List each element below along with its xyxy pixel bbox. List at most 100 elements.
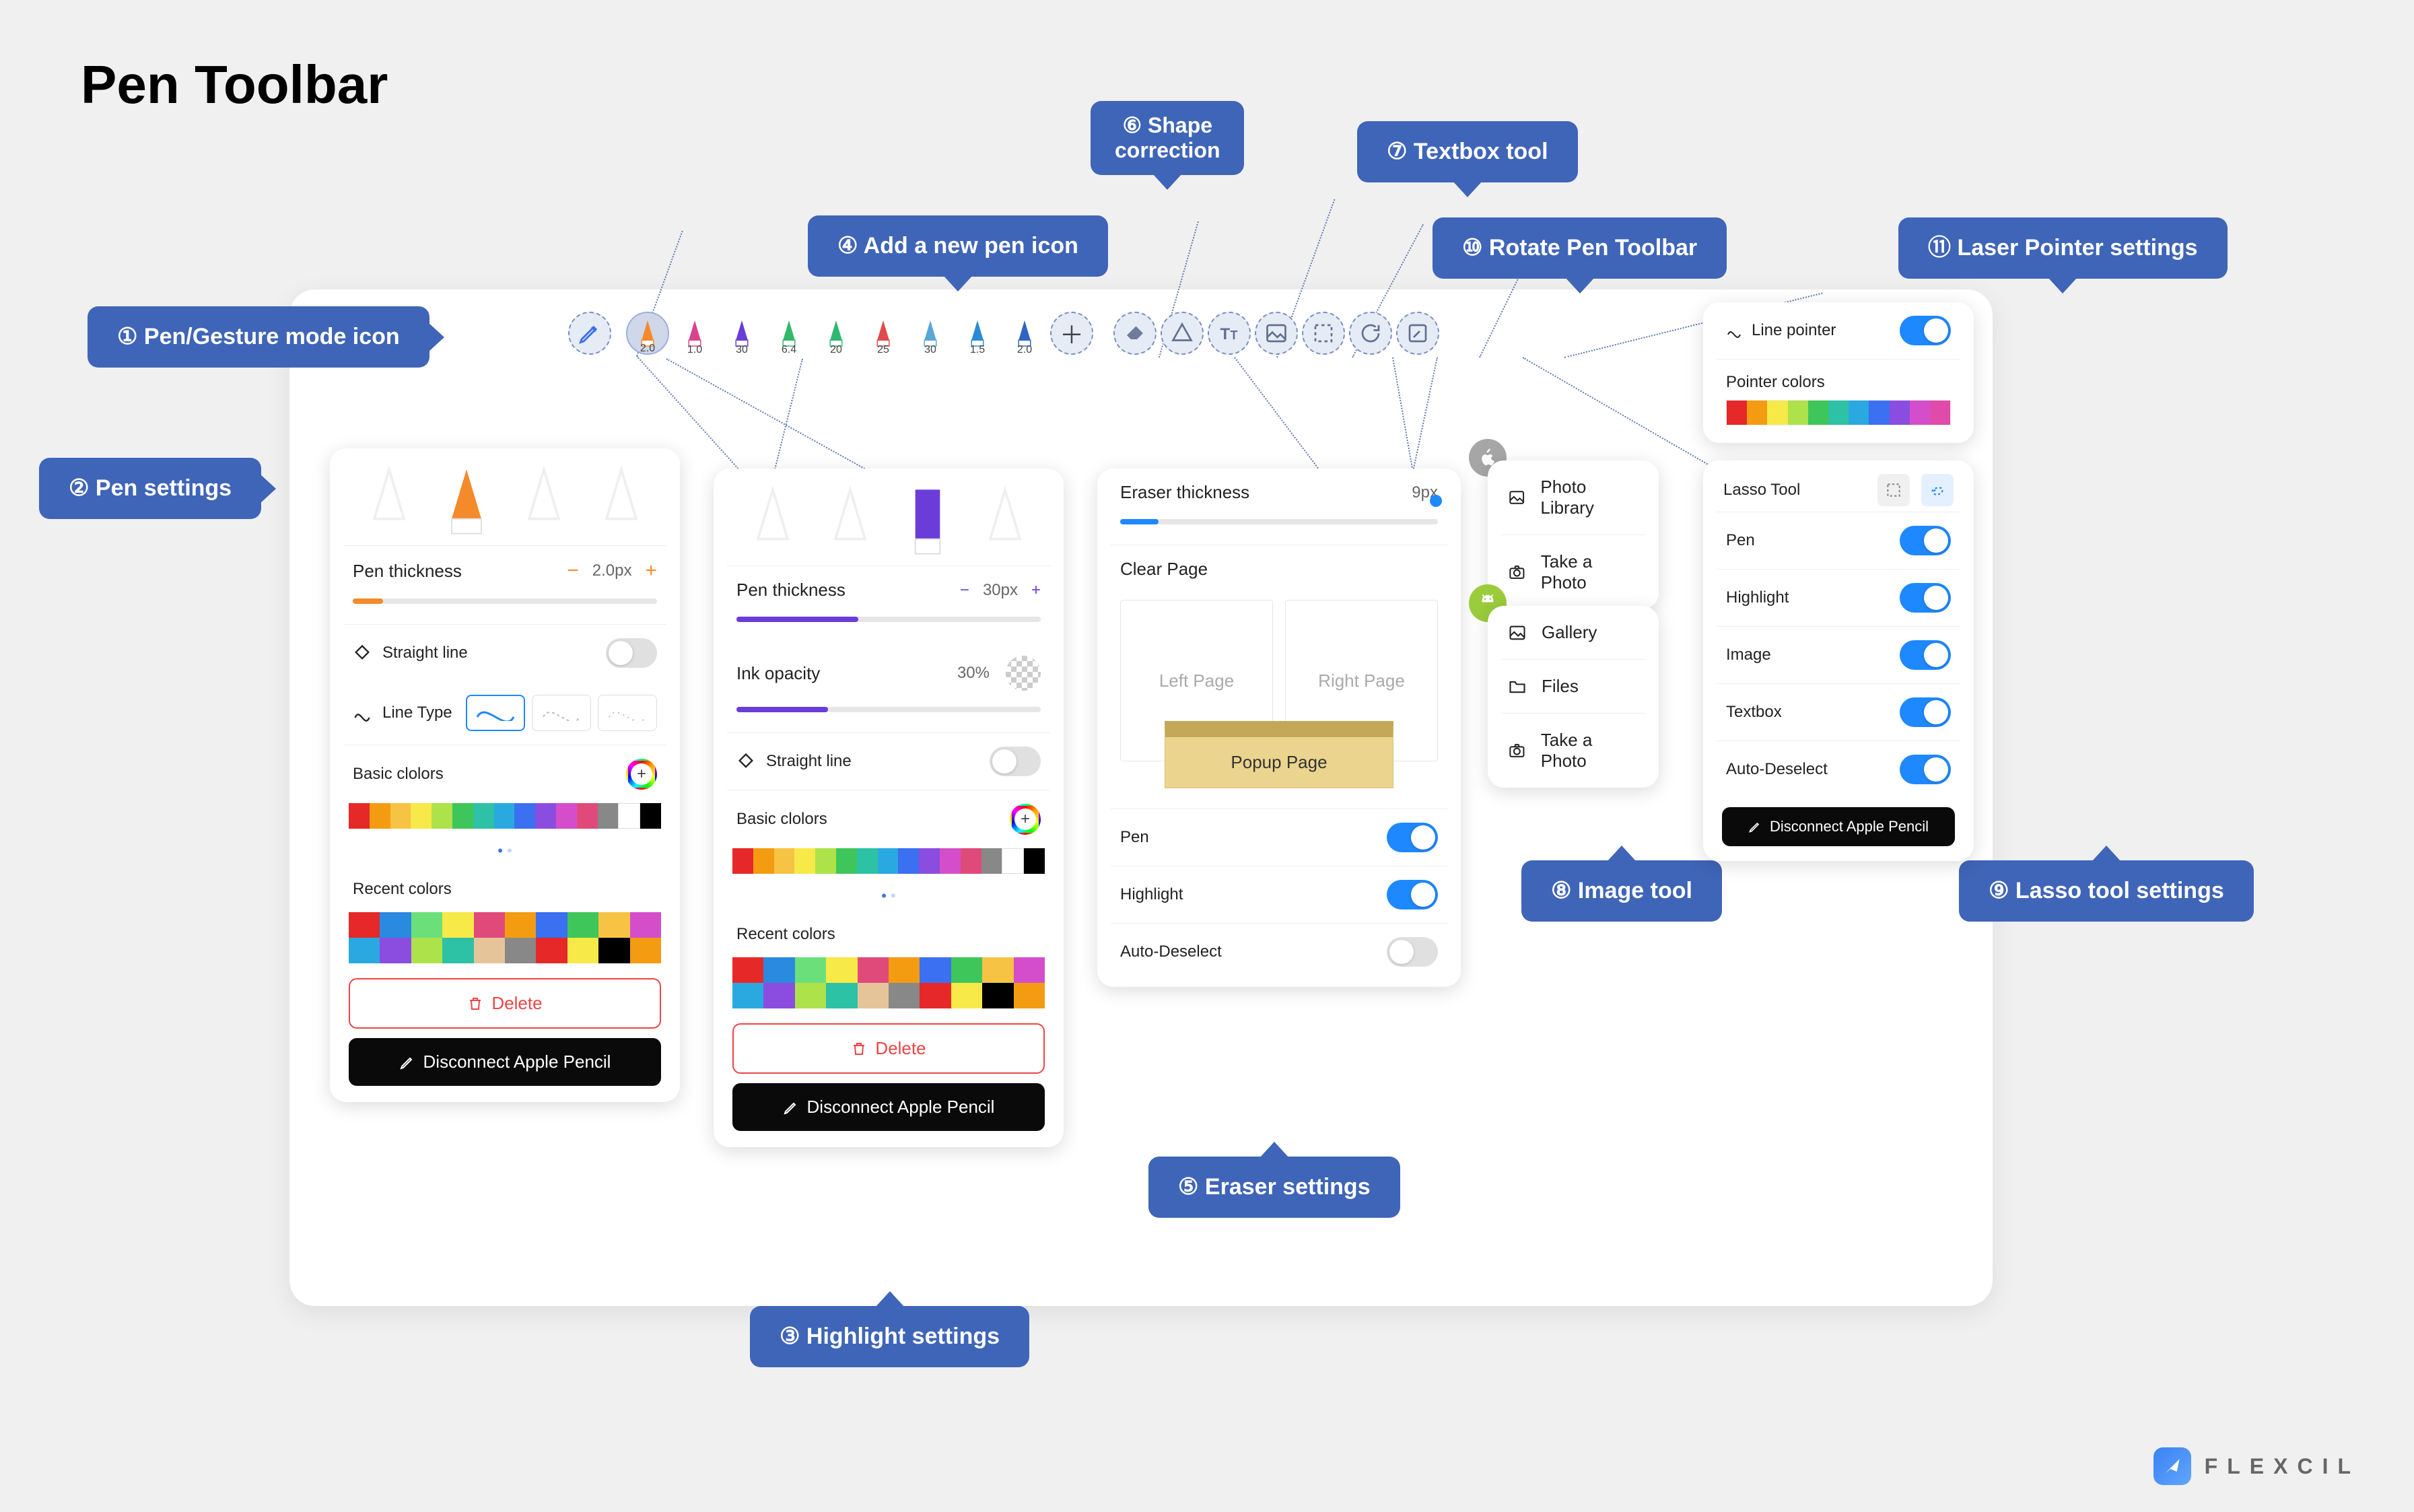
- pen-thickness-slider[interactable]: [353, 598, 657, 604]
- hl-opacity-value: 30%: [957, 664, 990, 683]
- toolbar-pen-0[interactable]: 2.0: [626, 312, 669, 355]
- lasso-mode-rect-button[interactable]: [1877, 474, 1910, 506]
- hl-thickness-label: Pen thickness: [736, 580, 846, 600]
- clear-popup-page-button[interactable]: Popup Page: [1165, 721, 1393, 788]
- recent-colors-label: Recent colors: [353, 880, 452, 899]
- pen-thickness-label: Pen thickness: [353, 561, 462, 582]
- pen-toolbar: 2.01.0306.42025301.52.0 ＋ TT: [568, 308, 1439, 358]
- camera-icon: [1508, 741, 1526, 760]
- hl-delete-button[interactable]: Delete: [732, 1023, 1045, 1074]
- lasso-image-toggle[interactable]: [1900, 640, 1951, 670]
- files-button[interactable]: Files: [1488, 660, 1659, 713]
- laser-colors[interactable]: [1726, 400, 1951, 425]
- highlight-settings-panel: Pen thickness − 30px + Ink opacity 30% S…: [714, 469, 1064, 1147]
- add-pen-button[interactable]: ＋: [1050, 312, 1093, 355]
- straight-line-label: Straight line: [382, 644, 468, 662]
- pointer-colors-label: Pointer colors: [1726, 373, 1825, 392]
- hl-straight-line-label: Straight line: [766, 752, 852, 771]
- take-photo-button[interactable]: Take a Photo: [1488, 535, 1659, 609]
- line-type-selector[interactable]: [466, 695, 657, 731]
- hl-opacity-slider[interactable]: [736, 707, 1041, 712]
- image-panel-ios: Photo Library Take a Photo: [1488, 460, 1659, 609]
- increase-icon[interactable]: +: [645, 559, 657, 582]
- eraser-thickness-label: Eraser thickness: [1120, 482, 1249, 503]
- eraser-pen-toggle[interactable]: [1387, 823, 1438, 852]
- folder-icon: [1508, 677, 1527, 696]
- decrease-icon[interactable]: −: [567, 559, 579, 582]
- add-color-button[interactable]: +: [1010, 804, 1041, 835]
- lasso-disconnect-button[interactable]: Disconnect Apple Pencil: [1722, 807, 1955, 846]
- brand-mark-icon: [2153, 1447, 2191, 1485]
- hl-straight-line-toggle[interactable]: [990, 747, 1041, 776]
- pen-nib-selector[interactable]: [330, 448, 680, 545]
- hl-recent-colors[interactable]: [732, 957, 1045, 1008]
- toolbar-pen-8[interactable]: 2.0: [1003, 312, 1046, 355]
- hl-opacity-label: Ink opacity: [736, 663, 820, 684]
- toolbar-pen-1[interactable]: 1.0: [673, 312, 716, 355]
- lasso-mode-free-button[interactable]: [1921, 474, 1954, 506]
- lasso-pen-toggle[interactable]: [1900, 526, 1951, 555]
- callout-10: ⑩ Rotate Pen Toolbar: [1433, 217, 1727, 279]
- rotate-toolbar-button[interactable]: [1349, 312, 1392, 355]
- pen-disconnect-button[interactable]: Disconnect Apple Pencil: [349, 1038, 661, 1086]
- shape-correction-button[interactable]: [1161, 312, 1204, 355]
- toolbar-pen-2[interactable]: 30: [720, 312, 763, 355]
- line-pointer-toggle[interactable]: [1900, 316, 1951, 345]
- toolbar-pen-5[interactable]: 25: [862, 312, 905, 355]
- lasso-highlight-label: Highlight: [1726, 588, 1789, 607]
- add-color-button[interactable]: +: [626, 759, 657, 790]
- toolbar-pen-6[interactable]: 30: [909, 312, 952, 355]
- camera-icon: [1508, 563, 1526, 582]
- android-take-photo-button[interactable]: Take a Photo: [1488, 714, 1659, 788]
- pen-delete-button[interactable]: Delete: [349, 978, 661, 1029]
- hl-thickness-slider[interactable]: [736, 617, 1041, 622]
- toolbar-pen-4[interactable]: 20: [815, 312, 858, 355]
- toolbar-pen-3[interactable]: 6.4: [767, 312, 811, 355]
- increase-icon[interactable]: +: [1031, 581, 1041, 600]
- lasso-image-label: Image: [1726, 646, 1771, 664]
- callout-5: ⑤ Eraser settings: [1148, 1157, 1400, 1218]
- eraser-highlight-toggle[interactable]: [1387, 880, 1438, 909]
- hl-recent-colors-label: Recent colors: [736, 925, 835, 944]
- callout-8: ⑧ Image tool: [1521, 860, 1722, 922]
- photo-icon: [1508, 488, 1525, 507]
- pen-thickness-value: 2.0px: [592, 561, 632, 580]
- laser-pointer-button[interactable]: [1396, 312, 1439, 355]
- eraser-diamond-icon: [736, 752, 755, 771]
- line-pointer-label: Line pointer: [1752, 321, 1836, 340]
- pencil-icon: [399, 1054, 415, 1070]
- pen-basic-colors[interactable]: [349, 803, 661, 829]
- laser-pointer-panel: Line pointer Pointer colors: [1703, 302, 1974, 443]
- lasso-button[interactable]: [1302, 312, 1345, 355]
- textbox-button[interactable]: TT: [1208, 312, 1251, 355]
- toolbar-pen-7[interactable]: 1.5: [956, 312, 999, 355]
- pencil-icon: [783, 1099, 799, 1115]
- pen-settings-panel: Pen thickness − 2.0px + Straight line Li…: [330, 448, 680, 1102]
- lasso-autodeselect-toggle[interactable]: [1900, 755, 1951, 784]
- callout-6: ⑥ Shape correction: [1091, 101, 1244, 175]
- clear-page-label: Clear Page: [1120, 559, 1208, 580]
- lasso-autodeselect-label: Auto-Deselect: [1726, 760, 1828, 779]
- image-button[interactable]: [1255, 312, 1298, 355]
- lasso-textbox-toggle[interactable]: [1900, 697, 1951, 727]
- lasso-highlight-toggle[interactable]: [1900, 583, 1951, 613]
- photo-library-button[interactable]: Photo Library: [1488, 460, 1659, 535]
- hl-basic-colors[interactable]: [732, 848, 1045, 874]
- pen-gesture-mode-button[interactable]: [568, 312, 611, 355]
- decrease-icon[interactable]: −: [960, 581, 969, 600]
- eraser-autodeselect-label: Auto-Deselect: [1120, 942, 1222, 961]
- brand-logo: FLEXCIL: [2153, 1447, 2360, 1485]
- eraser-button[interactable]: [1113, 312, 1157, 355]
- callout-3: ③ Highlight settings: [750, 1306, 1029, 1367]
- eraser-settings-panel: Eraser thickness 9px Clear Page Left Pag…: [1097, 469, 1461, 987]
- eraser-autodeselect-toggle[interactable]: [1387, 937, 1438, 967]
- svg-text:T: T: [1231, 329, 1238, 342]
- pen-recent-colors[interactable]: [349, 912, 661, 963]
- hl-disconnect-button[interactable]: Disconnect Apple Pencil: [732, 1083, 1045, 1131]
- highlight-nib-selector[interactable]: [714, 469, 1064, 565]
- callout-2: ② Pen settings: [39, 458, 261, 519]
- pen-straight-line-toggle[interactable]: [606, 638, 657, 668]
- callout-1: ① Pen/Gesture mode icon: [88, 306, 429, 368]
- eraser-pen-label: Pen: [1120, 828, 1149, 847]
- gallery-button[interactable]: Gallery: [1488, 606, 1659, 659]
